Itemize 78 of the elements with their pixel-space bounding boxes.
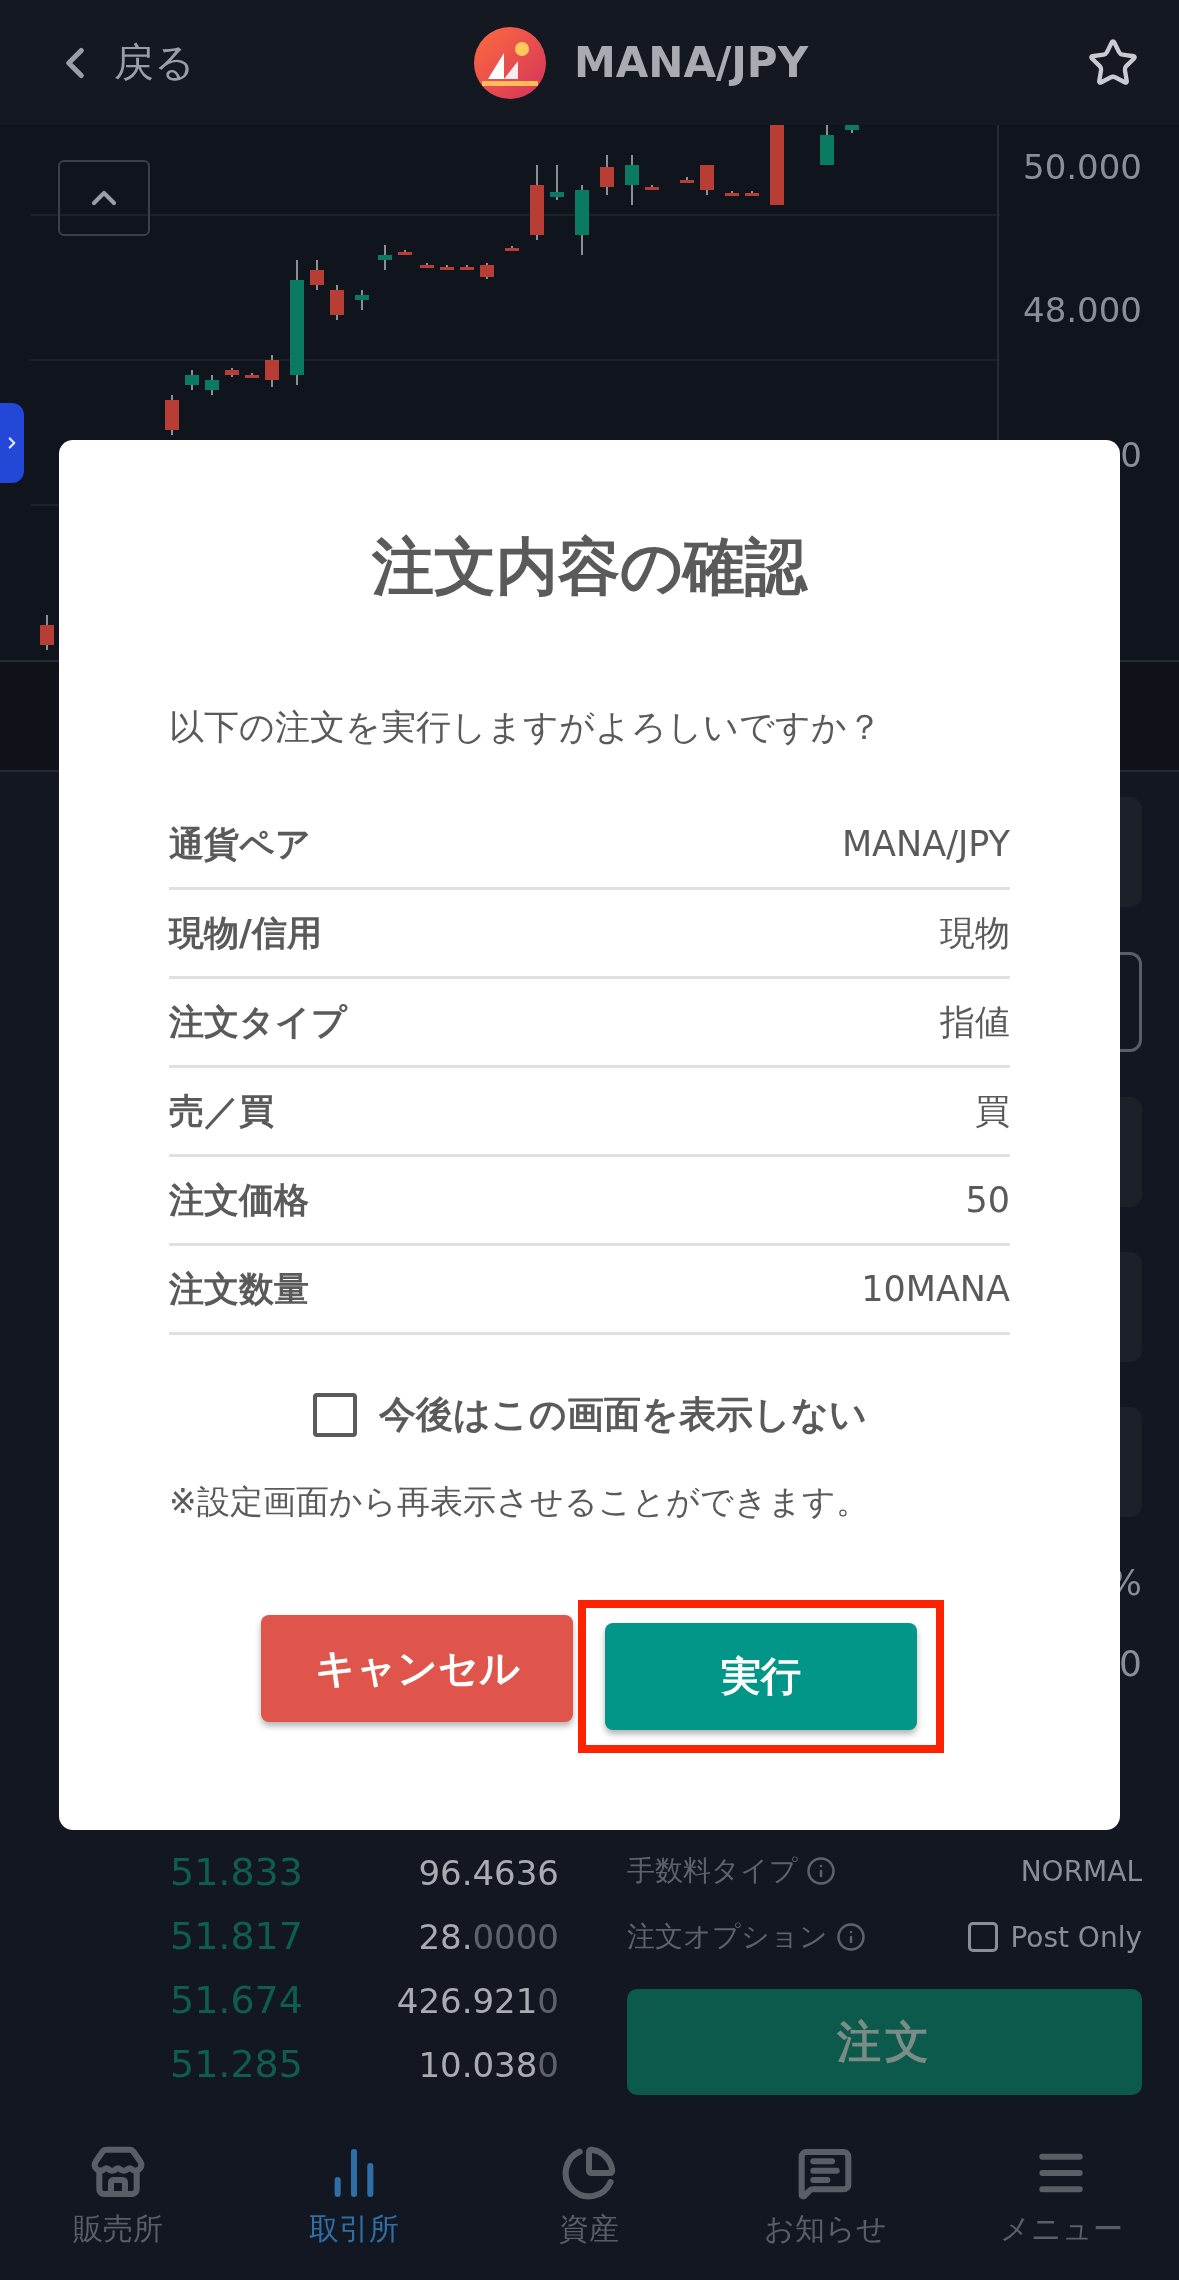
checkbox-label: Post Only (1010, 1920, 1142, 1954)
candle (820, 125, 834, 166)
candle (398, 249, 412, 256)
candle (745, 190, 759, 196)
candle (225, 367, 239, 378)
candle (845, 125, 859, 134)
candle (205, 374, 219, 396)
order-price: 51.285 (170, 2042, 303, 2086)
row-value: 現物 (940, 911, 1010, 955)
candle (725, 190, 739, 196)
candle (330, 284, 344, 321)
pie-chart-icon (561, 2145, 618, 2201)
candle (265, 354, 279, 388)
row-label: 注文タイプ (169, 1000, 347, 1044)
cancel-button[interactable]: キャンセル (261, 1615, 573, 1722)
row-label: 注文数量 (169, 1267, 309, 1311)
fee-type-value: NORMAL (1020, 1854, 1142, 1888)
dialog-message: 以下の注文を実行しますがよろしいですか？ (169, 706, 882, 749)
row-label: 売／買 (169, 1089, 274, 1133)
dialog-title: 注文内容の確認 (372, 529, 807, 605)
checkbox[interactable] (312, 1393, 357, 1437)
checkbox[interactable] (968, 1922, 999, 1952)
row-value: MANA/JPY (841, 824, 1010, 864)
coin-logo-icon (473, 26, 546, 99)
checkbox-label: 今後はこの画面を表示しない (378, 1392, 867, 1438)
candle (700, 164, 714, 196)
order-price: 51.817 (170, 1914, 303, 1958)
info-icon[interactable] (806, 1856, 836, 1886)
fee-type-label: 手数料タイプ (627, 1853, 798, 1889)
field-value: 0 (1119, 1643, 1142, 1684)
candle (185, 369, 199, 391)
row-value: 10MANA (861, 1269, 1010, 1309)
nav-tab[interactable]: 販売所 (0, 2115, 236, 2280)
candle (550, 164, 564, 201)
candle (625, 154, 639, 206)
candle (600, 154, 614, 196)
candle (440, 264, 454, 270)
order-price: 51.833 (170, 1850, 303, 1894)
side-panel-handle[interactable] (0, 403, 24, 483)
dialog-note: ※設定画面から再表示させることができます。 (169, 1481, 869, 1523)
row-value: 50 (965, 1180, 1010, 1220)
info-icon[interactable] (836, 1922, 866, 1952)
order-amount: 96.4636 (418, 1853, 559, 1893)
candle (310, 259, 324, 291)
row-label: 現物/信用 (169, 911, 322, 955)
candle (680, 176, 694, 183)
candle (505, 245, 519, 251)
candle (165, 394, 179, 436)
candle (420, 262, 434, 268)
order-option-label: 注文オプション (627, 1919, 828, 1955)
candle (575, 184, 589, 256)
nav-tab[interactable]: お知らせ (707, 2115, 944, 2280)
order-amount: 426.9210 (396, 1981, 559, 2021)
pair-title: MANA/JPY (573, 38, 809, 87)
row-label: 通貨ペア (169, 822, 311, 866)
axis-label: 48.000 (1023, 290, 1142, 330)
order-price: 51.674 (170, 1978, 303, 2022)
axis-label: 0 (1120, 435, 1142, 475)
nav-tab[interactable]: 取引所 (235, 2115, 472, 2280)
candle (460, 264, 474, 270)
row-value: 買 (975, 1089, 1010, 1133)
execute-button[interactable]: 実行 (605, 1623, 917, 1730)
candle (378, 244, 392, 271)
candle (480, 262, 494, 280)
row-label: 注文価格 (169, 1178, 309, 1222)
candle (245, 372, 259, 378)
collapse-button[interactable] (58, 160, 150, 236)
nav-tab[interactable]: メニュー (943, 2115, 1179, 2280)
order-amount: 10.0380 (418, 2045, 559, 2085)
candle (40, 614, 54, 651)
candle (645, 184, 659, 190)
order-amount: 28.0000 (418, 1917, 559, 1957)
axis-label: 50.000 (1023, 147, 1142, 187)
back-button[interactable]: 戻る (50, 35, 195, 90)
order-button[interactable]: 注文 (627, 1989, 1142, 2095)
candle (355, 289, 369, 311)
nav-tab[interactable]: 資産 (471, 2115, 708, 2280)
row-value: 指値 (940, 1000, 1010, 1044)
